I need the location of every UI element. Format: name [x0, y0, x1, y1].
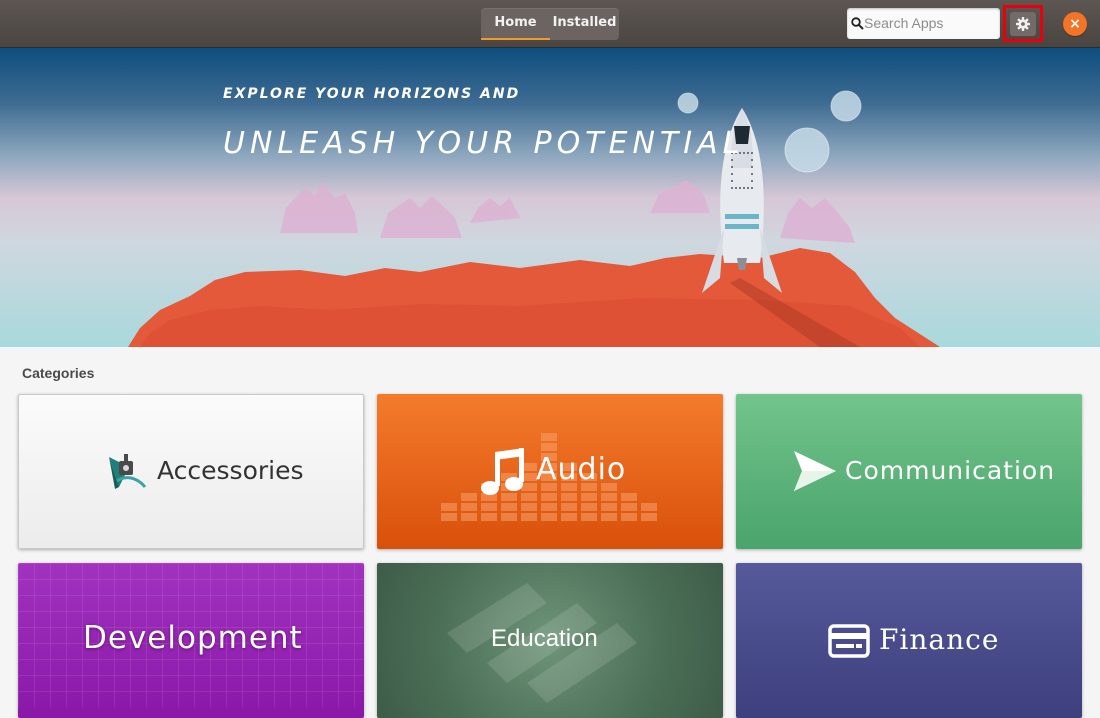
- close-icon: ×: [1069, 16, 1081, 32]
- accessories-icon: [109, 454, 147, 489]
- mode-home-label: Home: [494, 15, 537, 30]
- banner-illustration: [128, 90, 940, 347]
- category-label: Communication: [845, 456, 1056, 485]
- search-icon: [851, 17, 864, 30]
- mode-home-button[interactable]: Home: [481, 8, 550, 40]
- headerbar: Home Installed ×: [0, 0, 1100, 48]
- close-button[interactable]: ×: [1063, 12, 1087, 36]
- category-label: Finance: [879, 623, 1000, 656]
- search-input[interactable]: [864, 12, 994, 34]
- view-mode-switcher: Home Installed: [481, 8, 619, 40]
- category-communication[interactable]: Communication: [736, 394, 1082, 549]
- settings-highlight-box: [1003, 5, 1043, 42]
- banner-headline: UNLEASH YOUR POTENTIAL: [223, 126, 745, 161]
- category-development[interactable]: Development: [18, 563, 364, 718]
- music-note-icon: [481, 448, 524, 495]
- send-icon: [794, 451, 836, 491]
- category-accessories[interactable]: Accessories: [18, 394, 364, 549]
- category-label: Development: [83, 620, 303, 656]
- mode-installed-button[interactable]: Installed: [550, 8, 619, 40]
- categories-heading: Categories: [22, 365, 95, 381]
- category-audio[interactable]: Audio: [377, 394, 723, 549]
- banner-tagline: EXPLORE YOUR HORIZONS AND: [223, 86, 521, 102]
- active-mode-indicator: [481, 38, 550, 40]
- search-field[interactable]: [847, 8, 1000, 39]
- category-label: Audio: [536, 452, 627, 487]
- category-education[interactable]: Education: [377, 563, 723, 718]
- featured-banner[interactable]: EXPLORE YOUR HORIZONS AND UNLEASH YOUR P…: [0, 48, 1100, 347]
- category-label: Education: [491, 625, 598, 652]
- settings-button[interactable]: [1010, 12, 1036, 36]
- category-finance[interactable]: Finance: [736, 563, 1082, 718]
- gear-icon: [1016, 17, 1030, 31]
- credit-card-icon: [828, 624, 870, 658]
- category-label: Accessories: [157, 456, 304, 485]
